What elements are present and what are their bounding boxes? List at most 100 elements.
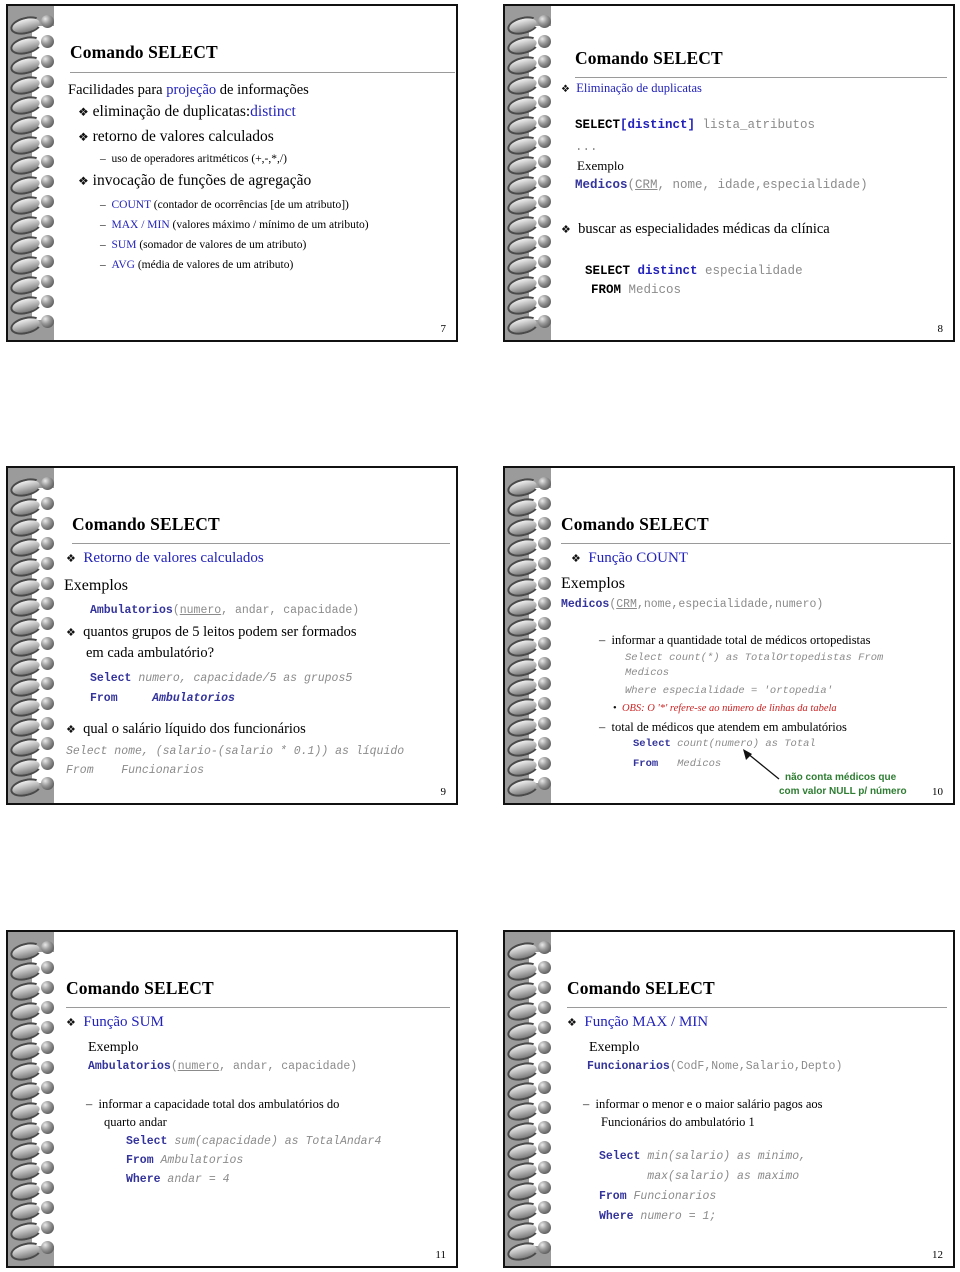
bullet-salario-liquido-label: qual o salário líquido dos funcionários: [83, 721, 306, 737]
code-from-funcionarios: From Funcionarios: [599, 1190, 716, 1203]
code-relation-medicos: Medicos(CRM,nome,especialidade,numero): [561, 598, 823, 611]
code-keyword-select: SELECT: [575, 118, 621, 132]
slide-title: Comando SELECT: [575, 48, 723, 68]
bullet-eliminacao-label: eliminação de duplicatas:: [92, 103, 251, 120]
sub-count-desc: (contador de ocorrências [de um atributo…: [150, 199, 349, 211]
dash-informar-capacidade-line2: quarto andar: [104, 1115, 167, 1129]
obs-note-label: OBS: O '*' refere-se ao número de linhas…: [621, 703, 837, 714]
slide-title: Comando SELECT: [70, 42, 218, 62]
dash-informar-quantidade: – informar a quantidade total de médicos…: [599, 633, 870, 648]
code-keyword-from: FROM: [591, 283, 622, 297]
code-select-minmax: Select min(salario) as minimo,: [599, 1150, 806, 1163]
code-attrs: , andar, capacidade): [221, 604, 360, 617]
exemplos-label: Exemplos: [64, 577, 128, 594]
slide-11[interactable]: Comando SELECT ❖ Função SUM Exemplo Ambu…: [6, 930, 458, 1268]
bullet-eliminacao-keyword: distinct: [250, 103, 296, 120]
code-select-distinct: SELECT distinct especialidade: [585, 264, 803, 278]
code-keyword-where: Where: [599, 1210, 634, 1223]
exemplos-label: Exemplos: [561, 575, 625, 592]
bullet-funcao-maxmin-label: Função MAX / MIN: [584, 1014, 709, 1030]
bullet-diamond-icon: ❖: [561, 224, 571, 236]
dash-icon: –: [100, 199, 106, 211]
bullet-buscar: ❖ buscar as especialidades médicas da cl…: [561, 221, 830, 238]
code-condition: andar = 4: [160, 1173, 230, 1186]
code-expression: sum(capacidade) as TotalAndar4: [167, 1135, 382, 1148]
slide-7[interactable]: Comando SELECT Facilidades para projeção…: [6, 4, 458, 342]
code-where-especialidade: Where especialidade = 'ortopedia': [625, 685, 833, 697]
code-from-medicos: FROM Medicos: [591, 283, 681, 297]
title-rule: [70, 72, 455, 73]
bullet-invocacao-label: invocação de funções de agregação: [92, 172, 312, 189]
code-relation-ambulatorios: Ambulatorios(numero, andar, capacidade): [90, 604, 359, 617]
title-rule: [575, 77, 947, 78]
code-keyword-where: Where: [126, 1173, 161, 1186]
code-column: especialidade: [697, 264, 803, 278]
slide-10[interactable]: Comando SELECT ❖ Função COUNT Exemplos M…: [503, 466, 955, 805]
spiral-rings: [505, 468, 551, 803]
code-select-syntax: SELECT[distinct] lista_atributos: [575, 118, 815, 132]
dash-icon: –: [86, 1097, 93, 1111]
code-keyword-from: From: [599, 1190, 627, 1203]
intro-text-1: Facilidades para: [68, 82, 167, 98]
bullet-eliminacao-duplicatas: ❖ Eliminação de duplicatas: [561, 81, 702, 96]
code-attrs: ,nome,especialidade,numero): [636, 598, 824, 611]
code-paren-open: (: [172, 604, 180, 617]
slide-title: Comando SELECT: [66, 978, 214, 998]
exemplo-label: Exemplo: [577, 158, 624, 173]
code-where-andar: Where andar = 4: [126, 1173, 230, 1186]
bullet-retorno-label: Retorno de valores calculados: [83, 550, 264, 566]
code-select-sum: Select sum(capacidade) as TotalAndar4: [126, 1135, 381, 1148]
code-condition: numero = 1;: [633, 1210, 717, 1223]
bullet-salario-liquido: ❖ qual o salário líquido dos funcionário…: [66, 721, 306, 738]
spiral-rings: [505, 6, 551, 340]
code-expression-min: min(salario) as minimo,: [640, 1150, 807, 1163]
code-pk-numero: numero: [177, 1060, 220, 1073]
code-attrs: , andar, capacidade): [219, 1060, 358, 1073]
code-from-ambulatorios: From Ambulatorios: [90, 692, 235, 705]
sub-maxmin-keyword: MAX / MIN: [111, 219, 170, 231]
sub-sum: – SUM (somador de valores de um atributo…: [100, 239, 306, 251]
bullet-diamond-icon: ❖: [78, 174, 89, 188]
dash-informar-salario-line1: informar o menor e o maior salário pagos…: [595, 1097, 823, 1111]
code-table-name: Funcionarios: [587, 1060, 670, 1073]
code-paren-open: (: [627, 178, 636, 192]
sub-count: – COUNT (contador de ocorrências [de um …: [100, 199, 349, 211]
code-pk-crm: CRM: [616, 598, 637, 611]
slide-12[interactable]: Comando SELECT ❖ Função MAX / MIN Exempl…: [503, 930, 955, 1268]
code-relation-funcionarios: Funcionarios(CodF,Nome,Salario,Depto): [587, 1060, 842, 1073]
sub-sum-keyword: SUM: [111, 239, 137, 251]
sub-count-keyword: COUNT: [111, 199, 151, 211]
bullet-retorno-label: retorno de valores calculados: [92, 128, 274, 145]
code-select-count-star: Select count(*) as TotalOrtopedistas Fro…: [625, 652, 883, 664]
dash-informar-capacidade: – informar a capacidade total dos ambula…: [86, 1097, 339, 1112]
title-rule: [66, 1007, 450, 1008]
spiral-rings: [505, 932, 551, 1266]
intro-text-2: de informações: [216, 82, 309, 98]
bullet-diamond-icon: ❖: [66, 1017, 76, 1029]
code-table: Ambulatorios: [153, 1154, 244, 1167]
slide-8-body: Comando SELECT ❖ Eliminação de duplicata…: [557, 6, 947, 340]
code-attrs: (CodF,Nome,Salario,Depto): [669, 1060, 843, 1073]
code-pk-crm: CRM: [635, 178, 658, 192]
bullet-diamond-icon: ❖: [66, 553, 76, 565]
code-table-medicos: Medicos: [625, 667, 670, 679]
dash-icon: –: [583, 1097, 590, 1111]
title-rule: [567, 1007, 947, 1008]
exemplo-label: Exemplo: [589, 1040, 640, 1055]
code-attr-list: lista_atributos: [695, 118, 816, 132]
slide-8[interactable]: Comando SELECT ❖ Eliminação de duplicata…: [503, 4, 955, 342]
slide-9[interactable]: Comando SELECT ❖ Retorno de valores calc…: [6, 466, 458, 805]
exemplo-label: Exemplo: [88, 1040, 139, 1055]
dash-icon: –: [599, 720, 606, 734]
bullet-quantos-grupos-line2: em cada ambulatório?: [86, 645, 215, 661]
sub-avg-keyword: AVG: [111, 259, 135, 271]
dash-total-medicos-label: total de médicos que atendem em ambulató…: [611, 720, 847, 734]
sub-sum-desc: (somador de valores de um atributo): [136, 239, 307, 251]
code-relation-ambulatorios: Ambulatorios(numero, andar, capacidade): [88, 1060, 357, 1073]
code-attrs: , nome, idade,especialidade): [657, 178, 868, 192]
code-relation-medicos: Medicos(CRM, nome, idade,especialidade): [575, 178, 868, 192]
code-expression: count(*) as TotalOrtopedistas From: [662, 652, 884, 664]
bullet-diamond-icon: ❖: [66, 627, 76, 639]
dash-icon: –: [100, 153, 106, 165]
dash-icon: –: [599, 633, 606, 647]
